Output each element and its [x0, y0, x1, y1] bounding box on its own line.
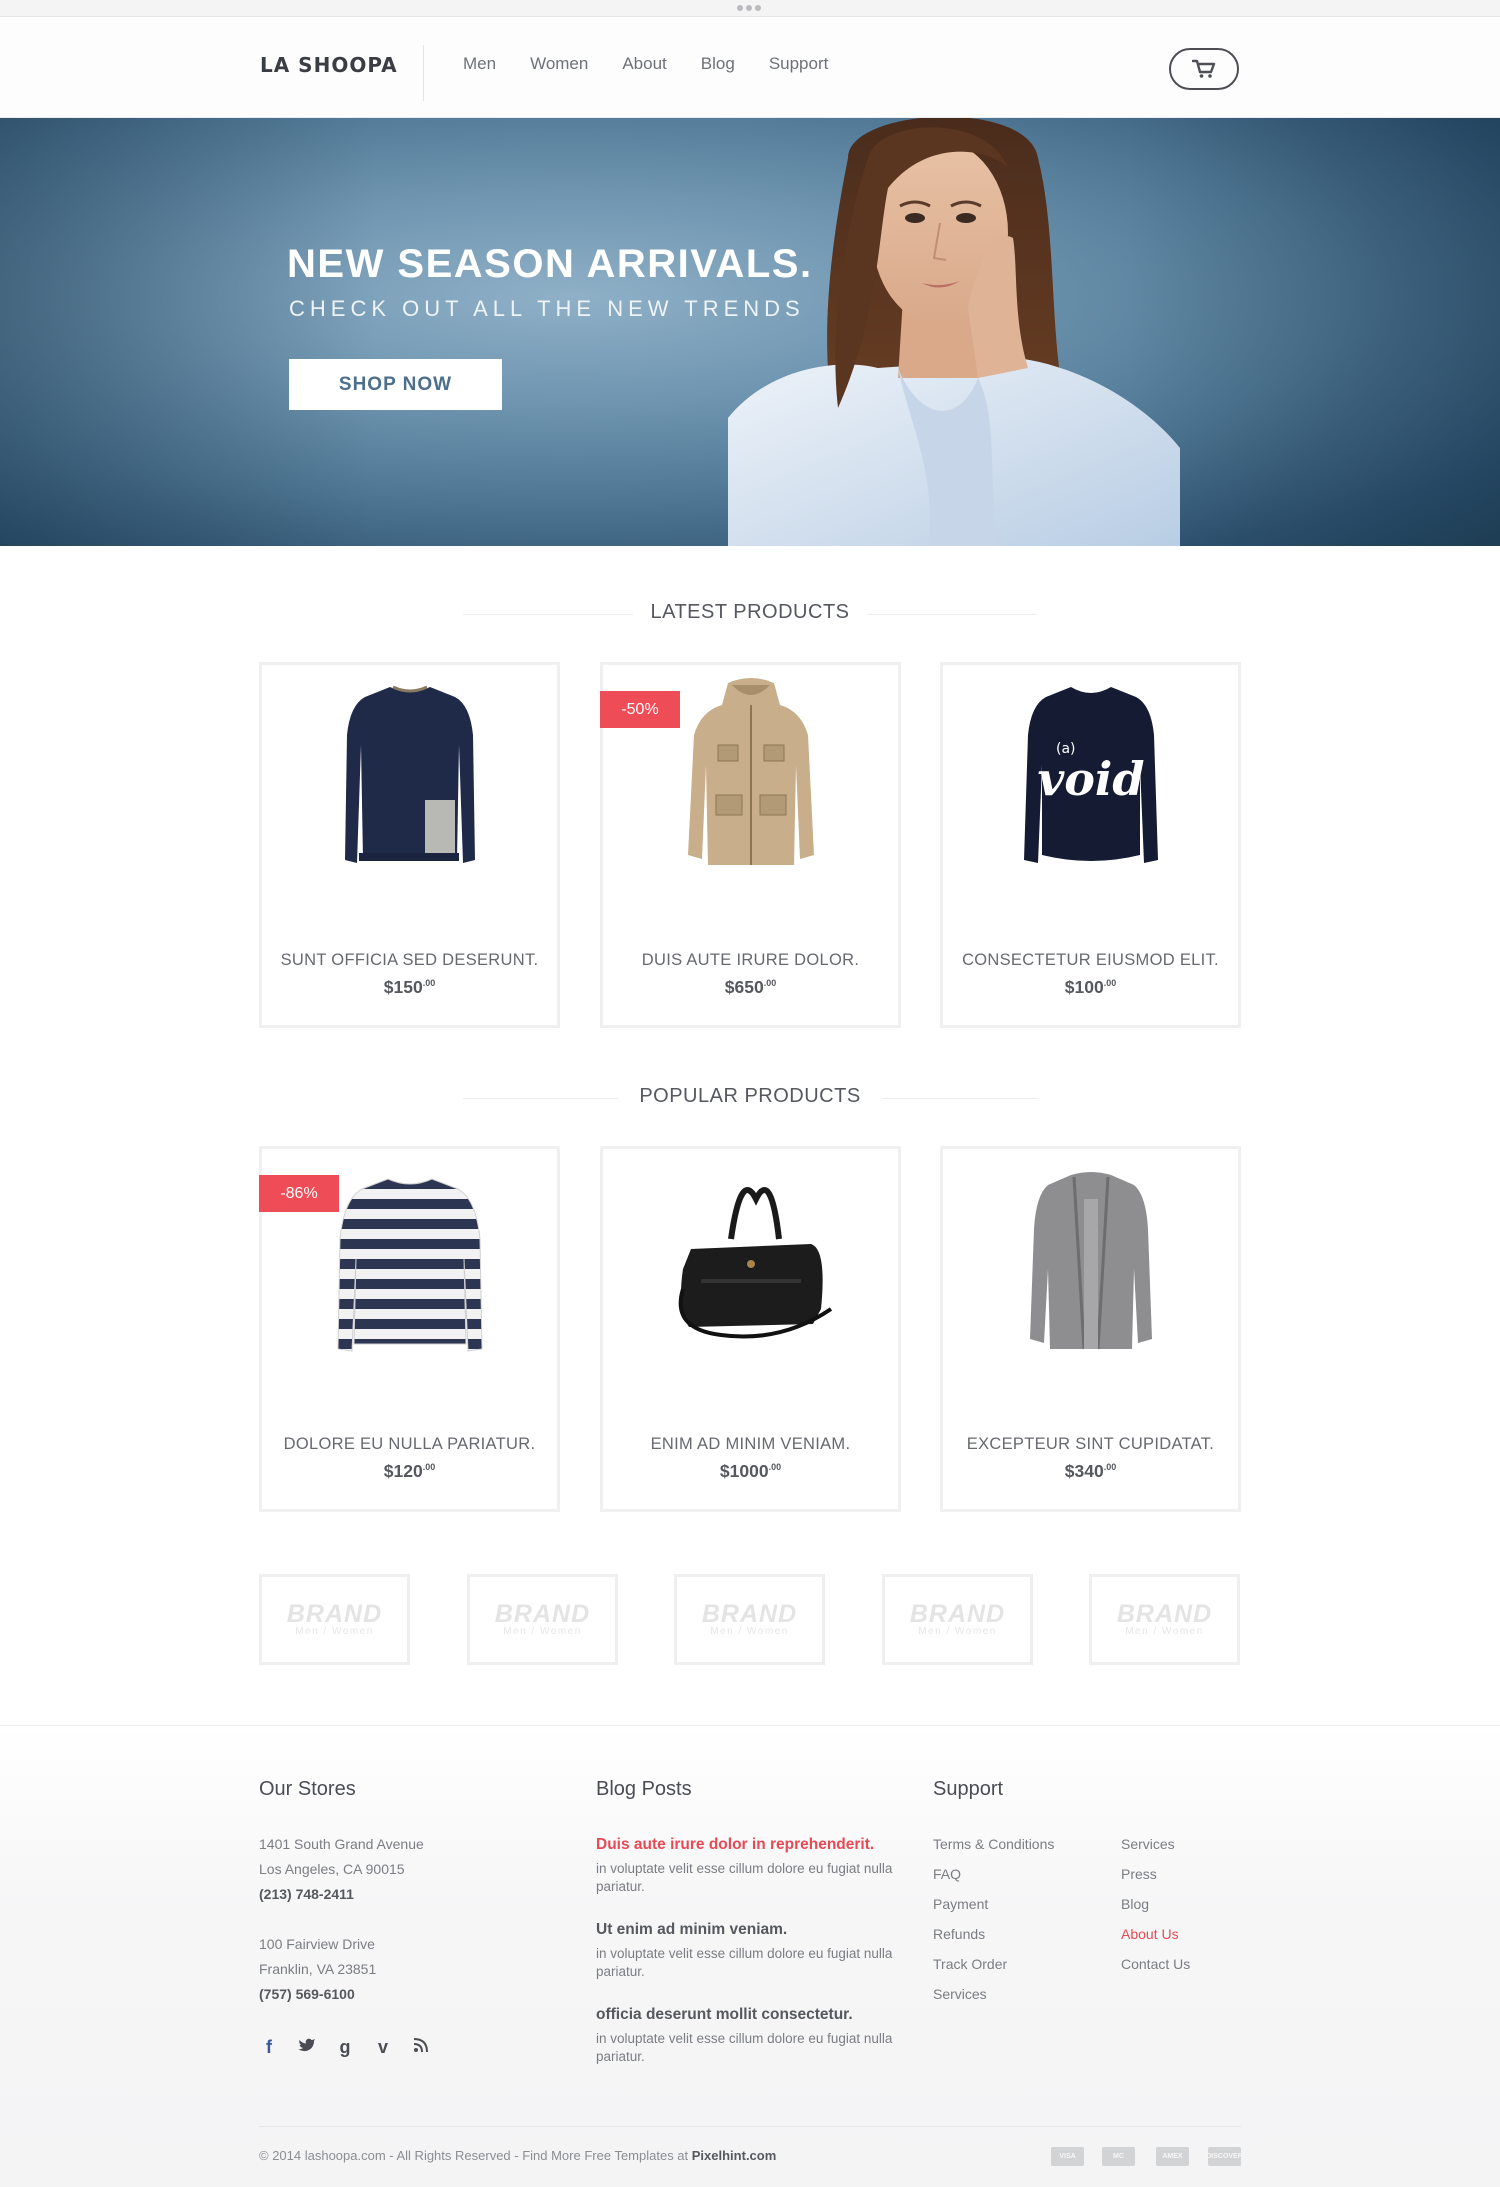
hero-model-image [728, 118, 1180, 546]
product-price: $1000.00 [719, 1461, 782, 1481]
nav-item-men[interactable]: Men [463, 54, 496, 74]
popular-products-title: POPULAR PRODUCTS [639, 1085, 861, 1107]
footer-link-contact-us[interactable]: Contact Us [1121, 1956, 1190, 1972]
navy-sweater-icon [344, 685, 475, 863]
social-links: f g v [259, 2037, 431, 2057]
facebook-icon[interactable]: f [259, 2037, 279, 2057]
product-card[interactable]: ENIM AD MINIM VENIAM. $1000.00 [600, 1146, 901, 1512]
blog-post-excerpt: in voluptate velit esse cillum dolore eu… [596, 2031, 893, 2064]
svg-text:(a): (a) [1056, 741, 1076, 757]
leather-bag-icon [678, 1187, 832, 1339]
brand-logo[interactable]: BRAND Men / Women [882, 1574, 1033, 1665]
pixelhint-link[interactable]: Pixelhint.com [692, 2148, 777, 2163]
product-name[interactable]: DOLORE EU NULLA PARIATUR. [262, 1435, 557, 1454]
brand-logo[interactable]: BRAND Men / Women [1089, 1574, 1240, 1665]
brand-logo[interactable]: BRAND Men / Women [467, 1574, 618, 1665]
product-price: $150.00 [383, 977, 436, 997]
rss-icon[interactable] [411, 2037, 431, 2057]
blog-post-title[interactable]: officia deserunt mollit consectetur. [596, 2006, 853, 2024]
brand-logo[interactable]: BRAND Men / Women [674, 1574, 825, 1665]
support-heading: Support [933, 1778, 1004, 1800]
blog-post-title[interactable]: Duis aute irure dolor in reprehenderit. [596, 1836, 874, 1854]
drag-handle-icon[interactable] [737, 5, 761, 11]
footer-link-refunds[interactable]: Refunds [933, 1926, 985, 1942]
product-name[interactable]: DUIS AUTE IRURE DOLOR. [603, 951, 898, 970]
store-city: Los Angeles, CA 90015 [259, 1861, 405, 1877]
product-name[interactable]: CONSECTETUR EIUSMOD ELIT. [943, 951, 1238, 970]
vimeo-icon[interactable]: v [373, 2037, 393, 2057]
parka-jacket-icon [687, 678, 814, 865]
blog-post-title[interactable]: Ut enim ad minim veniam. [596, 1921, 787, 1939]
footer-link-press[interactable]: Press [1121, 1866, 1157, 1882]
product-card[interactable]: void (a) CONSECTETUR EIUSMOD ELIT. $100.… [940, 662, 1241, 1028]
window-top-bar [0, 0, 1500, 17]
footer-link-about-us[interactable]: About Us [1121, 1926, 1179, 1942]
footer-link-faq[interactable]: FAQ [933, 1866, 961, 1882]
nav-item-about[interactable]: About [622, 54, 666, 74]
blog-post-excerpt: in voluptate velit esse cillum dolore eu… [596, 1946, 893, 1979]
hero-subtitle: CHECK OUT ALL THE NEW TRENDS [289, 296, 805, 321]
product-price: $100.00 [1064, 977, 1117, 997]
product-card[interactable]: -86% DOLORE EU NULLA PARIATUR. $120.00 [259, 1146, 560, 1512]
store-phone: (213) 748-2411 [259, 1886, 354, 1902]
footer-link-services[interactable]: Services [1121, 1836, 1175, 1852]
footer-divider [259, 2126, 1241, 2127]
footer-link-terms[interactable]: Terms & Conditions [933, 1836, 1054, 1852]
cart-button[interactable] [1169, 48, 1239, 90]
site-logo[interactable]: LA SHOOPA [260, 53, 398, 77]
product-name[interactable]: SUNT OFFICIA SED DESERUNT. [262, 951, 557, 970]
product-name[interactable]: EXCEPTEUR SINT CUPIDATAT. [943, 1435, 1238, 1454]
svg-text:void: void [1037, 752, 1144, 806]
blog-post-excerpt: in voluptate velit esse cillum dolore eu… [596, 1861, 893, 1894]
product-price: $120.00 [383, 1461, 436, 1481]
hero-banner: NEW SEASON ARRIVALS. CHECK OUT ALL THE N… [0, 118, 1500, 546]
site-header: LA SHOOPA Men Women About Blog Support [0, 17, 1500, 118]
footer-link-payment[interactable]: Payment [933, 1896, 988, 1912]
visa-icon: VISA [1051, 2147, 1084, 2166]
stores-heading: Our Stores [259, 1778, 356, 1800]
shop-now-button[interactable]: SHOP NOW [289, 359, 502, 410]
mastercard-icon: MC [1102, 2147, 1135, 2166]
product-card[interactable]: -50% DUIS AUTE IRURE DOLOR. $650.00 [600, 662, 901, 1028]
main-nav: Men Women About Blog Support [463, 54, 862, 74]
google-icon[interactable]: g [335, 2037, 355, 2057]
discover-icon: DISCOVER [1206, 2147, 1243, 2166]
blog-heading: Blog Posts [596, 1778, 692, 1800]
store-address: 100 Fairview Drive [259, 1936, 375, 1952]
store-phone: (757) 569-6100 [259, 1986, 355, 2002]
product-price: $340.00 [1064, 1461, 1117, 1481]
twitter-icon[interactable] [297, 2037, 317, 2057]
grey-cardigan-icon [1029, 1172, 1152, 1350]
product-card[interactable]: SUNT OFFICIA SED DESERUNT. $150.00 [259, 662, 560, 1028]
product-card[interactable]: EXCEPTEUR SINT CUPIDATAT. $340.00 [940, 1146, 1241, 1512]
shopping-cart-icon [1192, 59, 1216, 78]
void-sweater-icon: void (a) [1023, 687, 1158, 863]
latest-products-title: LATEST PRODUCTS [650, 601, 850, 623]
footer-link-track-order[interactable]: Track Order [933, 1956, 1007, 1972]
nav-item-support[interactable]: Support [769, 54, 829, 74]
product-name[interactable]: ENIM AD MINIM VENIAM. [603, 1435, 898, 1454]
store-city: Franklin, VA 23851 [259, 1961, 377, 1977]
nav-item-women[interactable]: Women [530, 54, 588, 74]
nav-item-blog[interactable]: Blog [701, 54, 735, 74]
striped-top-icon [336, 1178, 483, 1352]
hero-title: NEW SEASON ARRIVALS. [287, 242, 813, 286]
footer-link-services[interactable]: Services [933, 1986, 987, 2002]
brand-logo[interactable]: BRAND Men / Women [259, 1574, 410, 1665]
header-divider [423, 45, 424, 101]
amex-icon: AMEX [1156, 2147, 1189, 2166]
store-address: 1401 South Grand Avenue [259, 1836, 424, 1852]
copyright-text: © 2014 lashoopa.com - All Rights Reserve… [259, 2148, 777, 2163]
product-price: $650.00 [724, 977, 777, 997]
footer-link-blog[interactable]: Blog [1121, 1896, 1149, 1912]
